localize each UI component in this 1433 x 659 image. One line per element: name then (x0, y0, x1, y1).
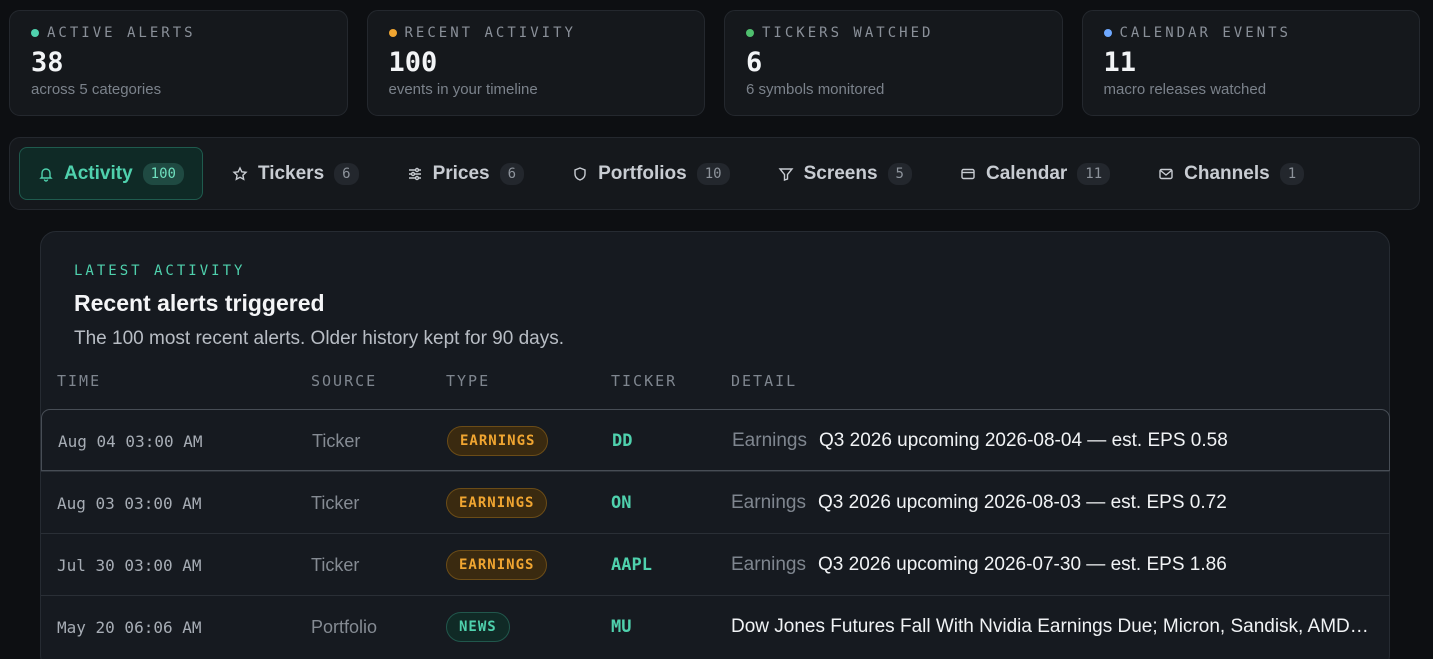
tab-label: Screens (803, 162, 878, 184)
mail-icon (1158, 166, 1174, 182)
tab-count-badge: 6 (499, 162, 525, 185)
stat-label: TICKERS WATCHED (762, 25, 934, 41)
column-header-type[interactable]: TYPE (446, 372, 490, 390)
tab-count-badge: 5 (887, 162, 912, 185)
table-header: TIME SOURCE TYPE TICKER DETAIL (41, 372, 1389, 408)
tab-count-badge: 6 (334, 162, 359, 185)
type-badge: EARNINGS (446, 488, 548, 518)
stat-value: 38 (31, 47, 64, 78)
stat-value: 6 (746, 47, 763, 78)
detail-category: Earnings (732, 430, 807, 451)
detail-category: Earnings (731, 492, 806, 513)
time-cell: Jul 30 03:00 AM (57, 555, 202, 575)
detail-text: Q3 2026 upcoming 2026-07-30 — est. EPS 1… (818, 554, 1227, 575)
stat-label: ACTIVE ALERTS (47, 25, 196, 41)
bell-icon (38, 166, 54, 182)
type-badge: EARNINGS (447, 426, 549, 456)
detail-cell: Earnings Q3 2026 upcoming 2026-08-04 — es… (732, 410, 1372, 472)
type-badge: EARNINGS (446, 550, 548, 580)
detail-category: Earnings (731, 554, 806, 575)
activity-panel: LATEST ACTIVITY Recent alerts triggered … (40, 231, 1390, 659)
detail-text: Q3 2026 upcoming 2026-08-03 — est. EPS 0… (818, 492, 1227, 513)
tab-count-badge: 11 (1077, 162, 1111, 185)
stat-subtitle: events in your timeline (388, 81, 538, 98)
tab-label: Portfolios (598, 162, 687, 184)
tab-calendar[interactable]: Calendar 11 (941, 147, 1129, 200)
panel-description: The 100 most recent alerts. Older histor… (74, 328, 565, 349)
ticker-cell[interactable]: ON (611, 472, 631, 534)
shield-icon (572, 166, 588, 182)
tab-label: Tickers (257, 162, 325, 184)
stat-subtitle: across 5 categories (31, 81, 162, 98)
status-dot (31, 29, 39, 37)
column-header-ticker[interactable]: TICKER (611, 372, 677, 390)
tab-label: Prices (432, 162, 490, 184)
tab-channels[interactable]: Channels 1 (1139, 147, 1323, 200)
filter-icon (778, 166, 794, 182)
tab-tickers[interactable]: Tickers 6 (213, 147, 378, 200)
stat-value: 100 (388, 47, 438, 78)
alerts-table-body: Aug 04 03:00 AM Ticker EARNINGS DD Earni… (41, 409, 1390, 657)
detail-cell: Dow Jones Futures Fall With Nvidia Earni… (731, 596, 1371, 658)
stat-label: RECENT ACTIVITY (404, 25, 576, 41)
type-badge: NEWS (446, 612, 510, 642)
stat-value: 11 (1103, 47, 1137, 78)
time-cell: Aug 03 03:00 AM (57, 493, 202, 513)
detail-text: Dow Jones Futures Fall With Nvidia Earni… (731, 616, 1371, 637)
table-row[interactable]: Aug 03 03:00 AM Ticker EARNINGS ON Earni… (41, 471, 1390, 533)
ticker-cell[interactable]: DD (612, 410, 632, 472)
tab-prices[interactable]: Prices 6 (388, 147, 543, 200)
source-cell: Ticker (311, 492, 360, 513)
time-cell: Aug 04 03:00 AM (58, 431, 203, 451)
star-icon (232, 165, 248, 182)
stat-card-active-alerts: ACTIVE ALERTS 38 across 5 categories (9, 10, 348, 116)
column-header-source[interactable]: SOURCE (311, 372, 377, 390)
ticker-cell[interactable]: AAPL (611, 534, 652, 596)
sliders-icon (407, 166, 423, 182)
stat-card-tickers-watched: TICKERS WATCHED 6 6 symbols monitored (724, 10, 1063, 116)
panel-eyebrow: LATEST ACTIVITY (74, 263, 246, 279)
stat-subtitle: macro releases watched (1103, 81, 1267, 98)
type-cell: EARNINGS (447, 410, 549, 472)
detail-cell: Earnings Q3 2026 upcoming 2026-08-03 — es… (731, 472, 1371, 534)
column-header-detail[interactable]: DETAIL (731, 372, 797, 390)
time-cell: May 20 06:06 AM (57, 617, 202, 637)
table-row[interactable]: May 20 06:06 AM Portfolio NEWS MU Dow Jo… (41, 595, 1390, 657)
type-cell: NEWS (446, 596, 510, 658)
table-row[interactable]: Jul 30 03:00 AM Ticker EARNINGS AAPL Ear… (41, 533, 1390, 595)
tab-count-badge: 100 (142, 162, 184, 185)
type-cell: EARNINGS (446, 534, 548, 596)
table-row[interactable]: Aug 04 03:00 AM Ticker EARNINGS DD Earni… (41, 409, 1390, 471)
source-cell: Ticker (311, 554, 360, 575)
tab-screens[interactable]: Screens 5 (759, 147, 931, 200)
stats-row: ACTIVE ALERTS 38 across 5 categories REC… (9, 10, 1420, 116)
source-cell: Portfolio (311, 616, 378, 637)
type-cell: EARNINGS (446, 472, 548, 534)
panel-title: Recent alerts triggered (74, 290, 325, 316)
stat-label: CALENDAR EVENTS (1119, 25, 1291, 41)
tab-label: Channels (1184, 162, 1270, 184)
ticker-cell[interactable]: MU (611, 596, 631, 658)
stat-card-calendar-events: CALENDAR EVENTS 11 macro releases watche… (1081, 10, 1420, 116)
tab-label: Calendar (985, 162, 1068, 184)
status-dot (746, 29, 754, 37)
source-cell: Ticker (312, 430, 361, 451)
tab-label: Activity (64, 162, 133, 184)
status-dot (388, 29, 397, 37)
status-dot (1103, 29, 1112, 37)
column-header-time[interactable]: TIME (57, 372, 101, 390)
stat-card-recent-activity: RECENT ACTIVITY 100 events in your timel… (366, 10, 705, 116)
card-icon (960, 166, 976, 182)
stat-subtitle: 6 symbols monitored (746, 81, 885, 98)
tab-count-badge: 10 (696, 162, 730, 185)
tab-portfolios[interactable]: Portfolios 10 (553, 147, 749, 200)
detail-text: Q3 2026 upcoming 2026-08-04 — est. EPS 0… (819, 430, 1228, 451)
tab-activity[interactable]: Activity 100 (19, 147, 203, 200)
tab-bar: Activity 100 Tickers 6 Prices 6 Portfoli… (9, 137, 1420, 210)
tab-count-badge: 1 (1279, 162, 1305, 185)
detail-cell: Earnings Q3 2026 upcoming 2026-07-30 — es… (731, 534, 1371, 596)
